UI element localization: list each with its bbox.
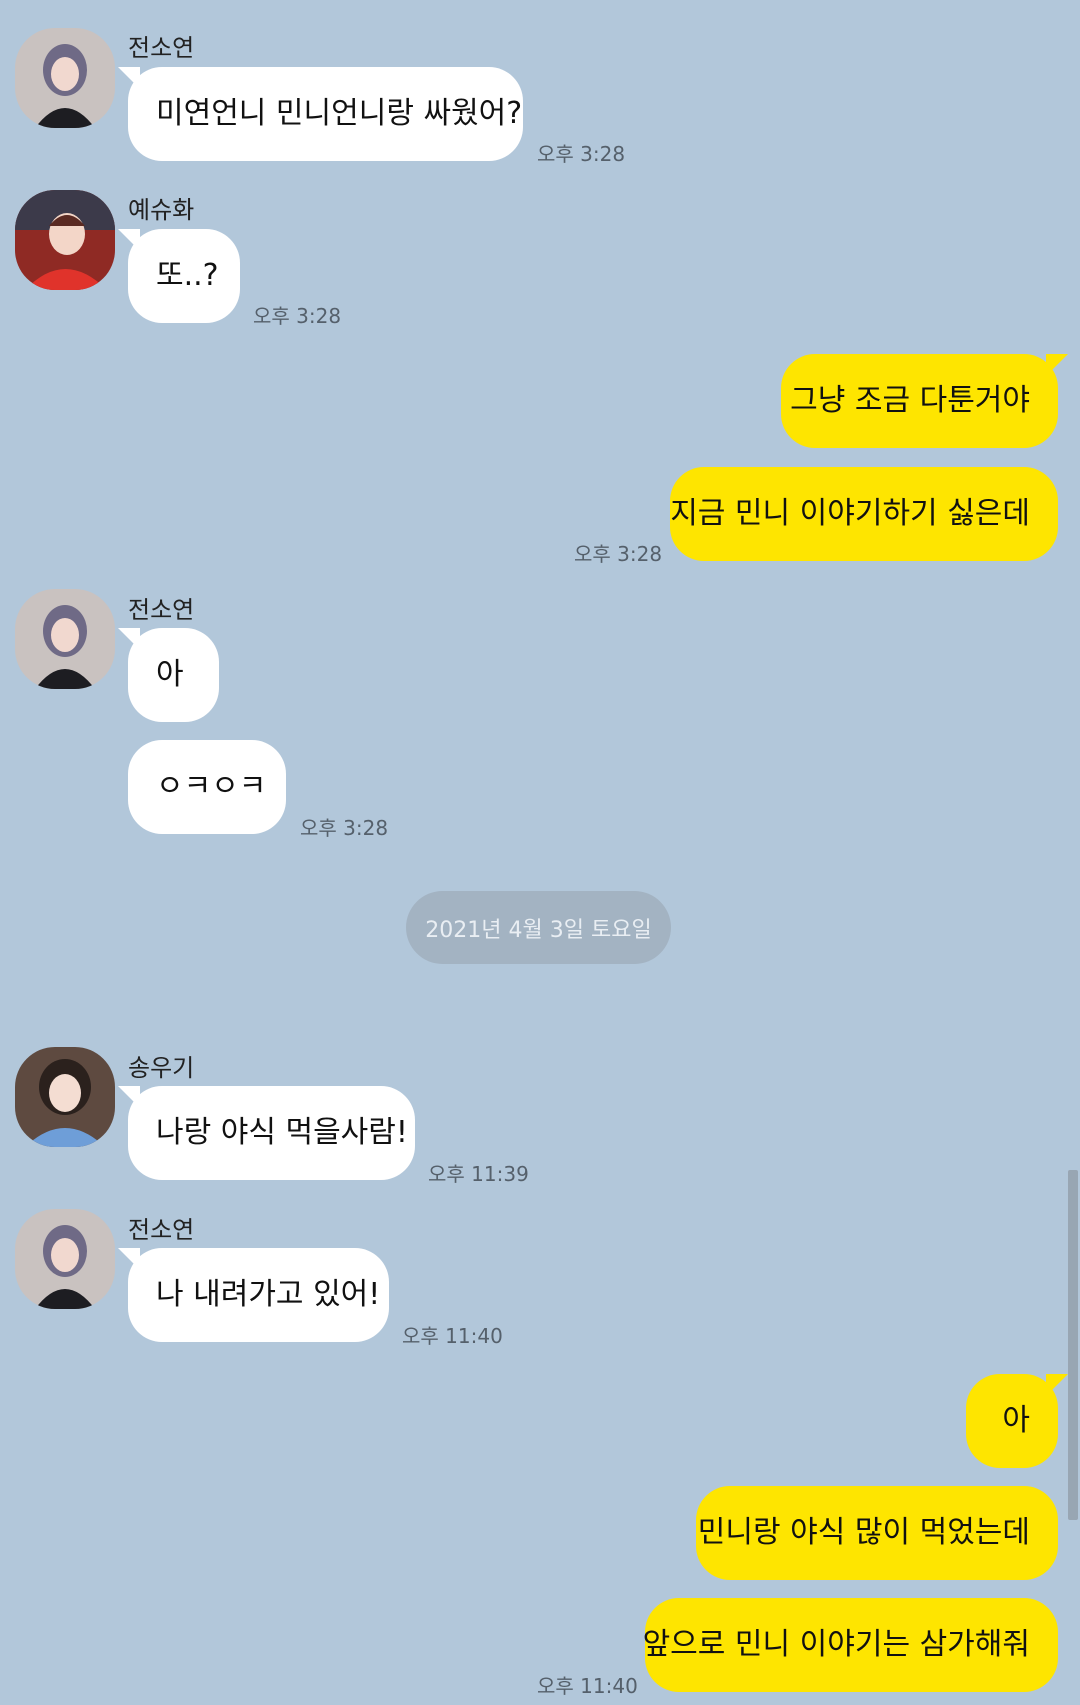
bubble-tail [118, 67, 140, 89]
message-time: 오후 3:28 [253, 304, 342, 328]
bubble-tail [118, 1086, 140, 1108]
sender-name: 예슈화 [128, 196, 195, 224]
message-text: 아 [156, 657, 184, 692]
sender-name: 전소연 [128, 1216, 195, 1244]
bubble-tail [1046, 354, 1068, 376]
profile-photo-icon [15, 190, 115, 290]
profile-photo-icon [15, 589, 115, 689]
profile-photo-icon [15, 1209, 115, 1309]
bubble-tail [118, 229, 140, 251]
message-bubble[interactable]: 미연언니 민니언니랑 싸웠어? [118, 67, 523, 161]
sender-name: 전소연 [128, 596, 195, 624]
avatar-jeon-soyeon[interactable] [15, 28, 115, 128]
avatar-ye-shuhua[interactable] [15, 190, 115, 290]
bubble-tail [118, 628, 140, 650]
message-text: 지금 민니 이야기하기 싫은데 [670, 496, 1030, 531]
message-text: 아 [1002, 1403, 1030, 1438]
message-text: 나랑 야식 먹을사람! [156, 1115, 408, 1150]
sender-name: 전소연 [128, 34, 195, 62]
my-message-bubble[interactable]: 민니랑 야식 많이 먹었는데 [696, 1486, 1058, 1580]
message-bubble[interactable]: 또..? [118, 229, 240, 323]
bubble-tail [1046, 1374, 1068, 1396]
date-divider: 2021년 4월 3일 토요일 [406, 891, 671, 964]
my-message-bubble[interactable]: 지금 민니 이야기하기 싫은데 [670, 467, 1058, 561]
message-bubble[interactable]: 나랑 야식 먹을사람! [118, 1086, 415, 1180]
profile-photo-icon [15, 28, 115, 128]
message-time: 오후 3:28 [300, 816, 389, 840]
message-text: 앞으로 민니 이야기는 삼가해줘 [642, 1627, 1030, 1662]
bubble-tail [118, 1248, 140, 1270]
avatar-jeon-soyeon[interactable] [15, 589, 115, 689]
message-bubble[interactable]: 나 내려가고 있어! [118, 1248, 389, 1342]
my-message-bubble[interactable]: 그냥 조금 다툰거야 [781, 354, 1068, 448]
message-text: 그냥 조금 다툰거야 [790, 383, 1030, 418]
message-time: 오후 11:40 [537, 1674, 638, 1698]
avatar-song-yuqi[interactable] [15, 1047, 115, 1147]
sender-name: 송우기 [128, 1054, 195, 1082]
scrollbar[interactable] [1068, 1170, 1078, 1520]
profile-photo-icon [15, 1047, 115, 1147]
message-text: 민니랑 야식 많이 먹었는데 [697, 1515, 1030, 1550]
message-text: 미연언니 민니언니랑 싸웠어? [156, 96, 523, 131]
message-time: 오후 11:40 [402, 1324, 503, 1348]
message-bubble[interactable]: ㅇㅋㅇㅋ [128, 740, 286, 834]
my-message-bubble[interactable]: 앞으로 민니 이야기는 삼가해줘 [642, 1598, 1058, 1692]
message-time: 오후 11:39 [428, 1162, 529, 1186]
message-text: 나 내려가고 있어! [156, 1277, 381, 1312]
avatar-jeon-soyeon[interactable] [15, 1209, 115, 1309]
message-time: 오후 3:28 [574, 542, 663, 566]
message-text: ㅇㅋㅇㅋ [156, 769, 267, 804]
message-time: 오후 3:28 [537, 142, 626, 166]
message-text: 또..? [156, 258, 219, 293]
my-message-bubble[interactable]: 아 [966, 1374, 1068, 1468]
message-bubble[interactable]: 아 [118, 628, 219, 722]
